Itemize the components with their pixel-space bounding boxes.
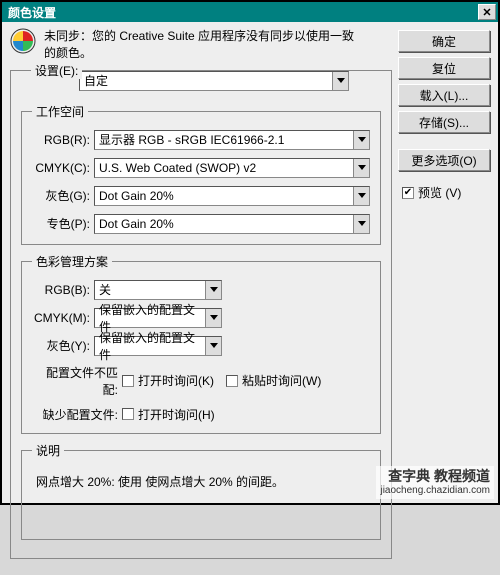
policy-legend: 色彩管理方案 <box>32 253 112 270</box>
chevron-down-icon <box>353 215 369 233</box>
close-icon: ✕ <box>482 6 491 19</box>
workspace-group: 工作空间 RGB(R): 显示器 RGB - sRGB IEC61966-2.1… <box>21 103 381 245</box>
sync-text-line1: 未同步：您的 Creative Suite 应用程序没有同步以使用一致 <box>44 28 354 45</box>
close-button[interactable]: ✕ <box>478 4 496 20</box>
policy-group: 色彩管理方案 RGB(B): 关 CMYK(M): 保留嵌入的配置文件 <box>21 253 381 434</box>
save-button[interactable]: 存储(S)... <box>398 111 490 133</box>
chevron-down-icon <box>353 131 369 149</box>
chevron-down-icon <box>205 281 221 299</box>
ok-button[interactable]: 确定 <box>398 30 490 52</box>
window-title: 颜色设置 <box>8 4 56 21</box>
description-legend: 说明 <box>32 442 64 459</box>
spot-label: 专色(P): <box>32 215 94 232</box>
missing-label: 缺少配置文件: <box>32 406 122 423</box>
settings-value: 自定 <box>84 72 108 89</box>
gray-label: 灰色(G): <box>32 187 94 204</box>
settings-select[interactable]: 自定 <box>79 71 349 91</box>
workspace-gray-select[interactable]: Dot Gain 20% <box>94 186 370 206</box>
rgb-label: RGB(R): <box>32 133 94 147</box>
chevron-down-icon <box>353 159 369 177</box>
watermark: 查字典 教程频道 jiaocheng.chazidian.com <box>376 466 494 499</box>
policy-gray-label: 灰色(Y): <box>32 337 94 354</box>
preview-checkbox[interactable]: ✔ 预览 (V) <box>402 184 461 201</box>
workspace-legend: 工作空间 <box>32 103 88 120</box>
policy-gray-select[interactable]: 保留嵌入的配置文件 <box>94 336 222 356</box>
reset-button[interactable]: 复位 <box>398 57 490 79</box>
policy-rgb-label: RGB(B): <box>32 283 94 297</box>
sync-text-line2: 的颜色。 <box>44 45 354 62</box>
description-group: 说明 网点增大 20%: 使用 使网点增大 20% 的间距。 <box>21 442 381 540</box>
workspace-rgb-select[interactable]: 显示器 RGB - sRGB IEC61966-2.1 <box>94 130 370 150</box>
description-text: 网点增大 20%: 使用 使网点增大 20% 的间距。 <box>32 469 370 531</box>
settings-label: 设置(E): <box>31 62 82 79</box>
color-settings-dialog: 颜色设置 ✕ 未同步：您的 Creative Suite 应用程序没有同步以使用 <box>0 0 500 505</box>
mismatch-label: 配置文件不匹配: <box>32 364 122 398</box>
chevron-down-icon <box>353 187 369 205</box>
chevron-down-icon <box>205 309 221 327</box>
mismatch-open-checkbox[interactable]: 打开时询问(K) <box>122 372 214 389</box>
chevron-down-icon <box>205 337 221 355</box>
checkbox-icon <box>122 375 134 387</box>
policy-rgb-select[interactable]: 关 <box>94 280 222 300</box>
checkbox-icon <box>122 408 134 420</box>
more-options-button[interactable]: 更多选项(O) <box>398 149 490 171</box>
checkbox-icon <box>226 375 238 387</box>
checkbox-checked-icon: ✔ <box>402 187 414 199</box>
workspace-cmyk-select[interactable]: U.S. Web Coated (SWOP) v2 <box>94 158 370 178</box>
workspace-spot-select[interactable]: Dot Gain 20% <box>94 214 370 234</box>
chevron-down-icon <box>332 72 348 90</box>
load-button[interactable]: 载入(L)... <box>398 84 490 106</box>
sync-warning: 未同步：您的 Creative Suite 应用程序没有同步以使用一致 的颜色。 <box>10 28 392 62</box>
policy-cmyk-label: CMYK(M): <box>32 311 94 325</box>
mismatch-paste-checkbox[interactable]: 粘贴时询问(W) <box>226 372 321 389</box>
titlebar: 颜色设置 ✕ <box>2 2 498 22</box>
cmyk-label: CMYK(C): <box>32 161 94 175</box>
policy-cmyk-select[interactable]: 保留嵌入的配置文件 <box>94 308 222 328</box>
sync-warning-icon <box>10 28 36 62</box>
missing-open-checkbox[interactable]: 打开时询问(H) <box>122 406 215 423</box>
